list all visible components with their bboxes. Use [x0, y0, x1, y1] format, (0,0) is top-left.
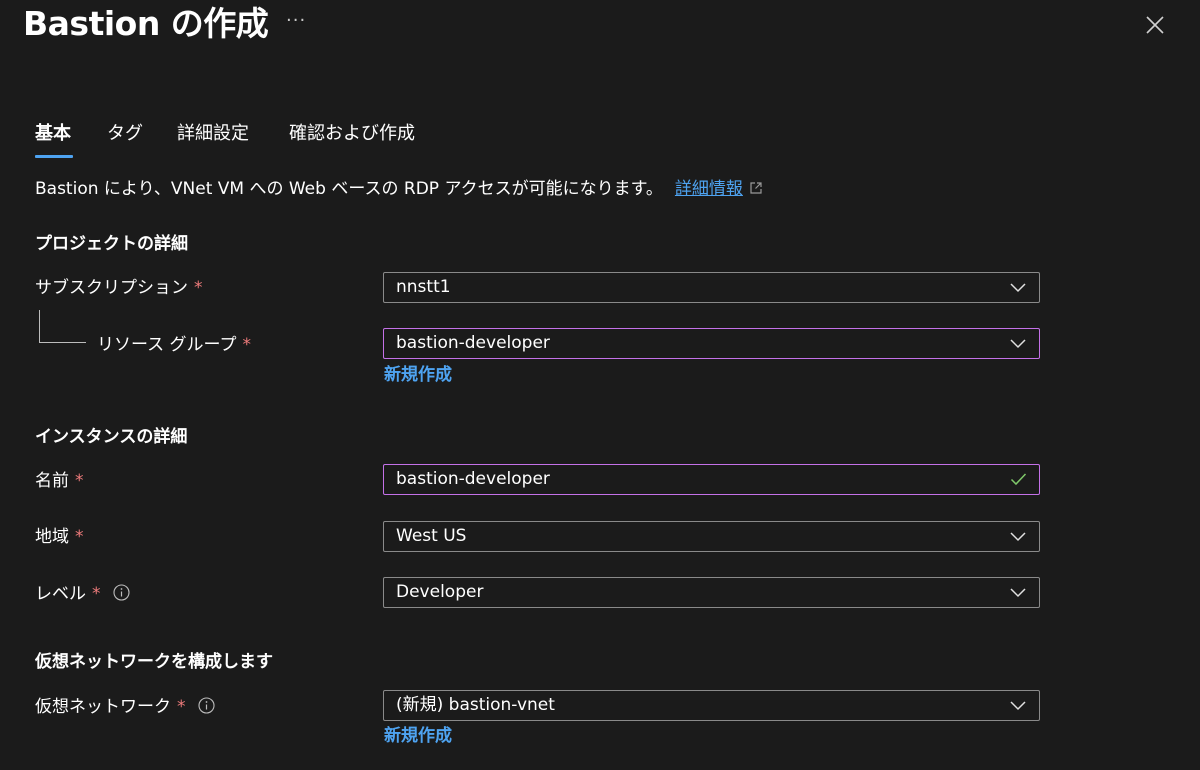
name-label: 名前 *: [35, 471, 84, 491]
create-bastion-blade: Bastion の作成 ··· 基本 タグ 詳細設定 確認および作成 Basti…: [0, 0, 1200, 770]
region-label: 地域 *: [35, 527, 84, 547]
required-mark: *: [194, 278, 203, 298]
subscription-label: サブスクリプション *: [35, 278, 203, 298]
resource-group-value: bastion-developer: [396, 333, 550, 353]
subscription-dropdown[interactable]: nnstt1: [383, 272, 1040, 303]
required-mark: *: [92, 584, 101, 604]
learn-more-link[interactable]: 詳細情報: [675, 179, 743, 199]
create-new-vnet-link[interactable]: 新規作成: [384, 724, 452, 748]
resource-group-dropdown[interactable]: bastion-developer: [383, 328, 1040, 359]
chevron-down-icon: [1010, 588, 1026, 598]
section-instance-details: インスタンスの詳細: [35, 427, 188, 447]
tab-basics[interactable]: 基本: [35, 120, 71, 148]
checkmark-icon: [1010, 473, 1027, 486]
name-input[interactable]: bastion-developer: [383, 464, 1040, 495]
description-text: Bastion により、VNet VM への Web ベースの RDP アクセス…: [35, 179, 663, 199]
tab-advanced[interactable]: 詳細設定: [177, 120, 249, 148]
required-mark: *: [75, 471, 84, 491]
required-mark: *: [242, 335, 252, 355]
tier-label: レベル *: [35, 581, 130, 607]
chevron-down-icon: [1010, 701, 1026, 711]
resource-group-label: リソース グループ *: [97, 335, 252, 355]
info-icon[interactable]: [197, 697, 215, 714]
chevron-down-icon: [1010, 339, 1026, 349]
section-configure-vnet: 仮想ネットワークを構成します: [35, 652, 273, 672]
tree-connector: [39, 310, 86, 343]
required-mark: *: [75, 527, 84, 547]
description: Bastion により、VNet VM への Web ベースの RDP アクセス…: [35, 176, 763, 202]
chevron-down-icon: [1010, 532, 1026, 542]
vnet-value: (新規) bastion-vnet: [396, 695, 555, 715]
info-icon[interactable]: [112, 584, 130, 601]
external-link-icon: [750, 182, 762, 194]
region-dropdown[interactable]: West US: [383, 521, 1040, 552]
active-tab-indicator: [35, 155, 73, 158]
vnet-dropdown[interactable]: (新規) bastion-vnet: [383, 690, 1040, 721]
tier-dropdown[interactable]: Developer: [383, 577, 1040, 608]
tab-tags[interactable]: タグ: [107, 120, 143, 148]
tab-review-create[interactable]: 確認および作成: [289, 120, 415, 148]
name-value: bastion-developer: [396, 469, 550, 489]
page-title: Bastion の作成: [23, 4, 269, 43]
required-mark: *: [177, 697, 186, 717]
close-icon[interactable]: [1144, 14, 1166, 36]
subscription-value: nnstt1: [396, 277, 451, 297]
create-new-resource-group-link[interactable]: 新規作成: [384, 363, 452, 387]
section-project-details: プロジェクトの詳細: [35, 234, 188, 254]
region-value: West US: [396, 526, 467, 546]
tier-value: Developer: [396, 582, 484, 602]
vnet-label: 仮想ネットワーク *: [35, 694, 215, 720]
chevron-down-icon: [1010, 283, 1026, 293]
more-options-button[interactable]: ···: [286, 10, 306, 31]
